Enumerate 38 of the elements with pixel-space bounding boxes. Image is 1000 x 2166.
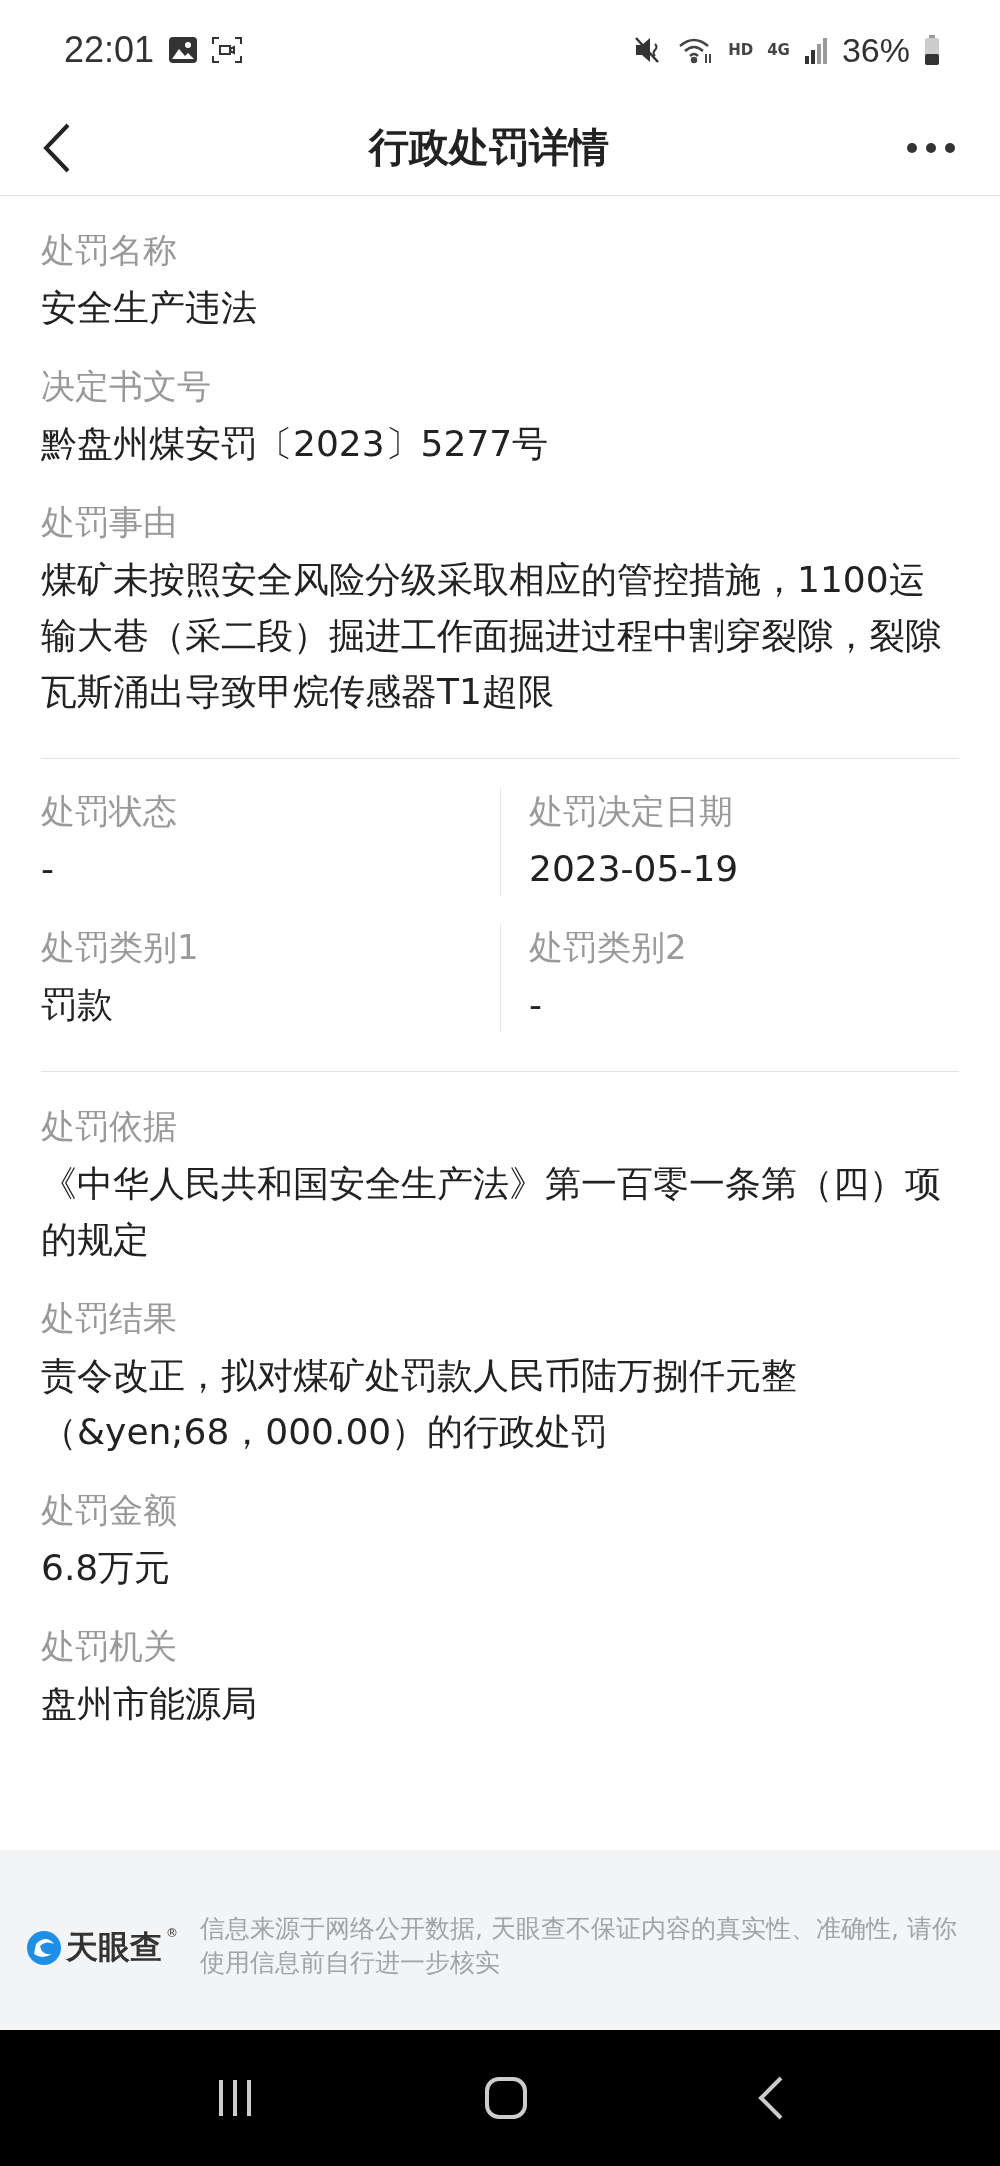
field-value: 黔盘州煤安罚〔2023〕5277号 xyxy=(41,422,550,466)
field-value: - xyxy=(41,847,55,891)
field-value: 煤矿未按照安全风险分级采取相应的管控措施，1100运输大巷（采二段）掘进工作面掘进过程中割穿裂隙，裂隙瓦斯涌出导致甲烷传感器T1超限 xyxy=(41,558,942,714)
field-value: 6.8万元 xyxy=(41,1546,172,1590)
field-value: 《中华人民共和国安全生产法》第一百零一条第（四）项的规定 xyxy=(41,1162,942,1262)
field-label: 处罚状态 xyxy=(41,790,178,833)
field-label: 决定书文号 xyxy=(41,365,212,408)
signal-icon xyxy=(803,36,828,64)
field-value: - xyxy=(529,983,543,1027)
page-title: 行政处罚详情 xyxy=(369,123,609,172)
field-label: 处罚依据 xyxy=(41,1105,178,1148)
eye-logo-icon xyxy=(26,1930,62,1966)
hd-indicator: HD xyxy=(728,41,754,59)
screen-record-icon xyxy=(212,37,243,63)
field-label: 处罚类别2 xyxy=(529,926,688,969)
field-label: 处罚决定日期 xyxy=(529,790,734,833)
home-icon xyxy=(484,2076,528,2120)
more-icon xyxy=(906,141,956,154)
field-value: 罚款 xyxy=(41,983,114,1027)
logo-text: 天眼查 xyxy=(66,1927,162,1968)
field-label: 处罚机关 xyxy=(41,1625,178,1668)
field-value: 安全生产违法 xyxy=(41,286,258,330)
field-value: 2023-05-19 xyxy=(529,847,740,891)
battery-percent: 36% xyxy=(841,30,910,70)
network-type: 4G xyxy=(767,41,790,59)
battery-icon xyxy=(924,35,940,65)
registered-mark: ® xyxy=(166,1926,178,1940)
field-label: 处罚结果 xyxy=(41,1297,178,1340)
status-time: 22:01 xyxy=(64,29,155,71)
field-value: 责令改正，拟对煤矿处罚款人民币陆万捌仟元整（&yen;68，000.00）的行政处罚 xyxy=(41,1354,798,1454)
field-label: 处罚名称 xyxy=(41,229,178,272)
back-icon xyxy=(42,122,72,173)
image-icon xyxy=(168,36,199,64)
field-label: 处罚金额 xyxy=(41,1489,178,1532)
field-value: 盘州市能源局 xyxy=(41,1682,258,1726)
disclaimer-text: 信息来源于网络公开数据, 天眼查不保证内容的真实性、准确性, 请你使用信息前自行进一步核实 xyxy=(200,1913,958,1979)
field-label: 处罚类别1 xyxy=(41,926,200,969)
field-label: 处罚事由 xyxy=(41,501,178,544)
